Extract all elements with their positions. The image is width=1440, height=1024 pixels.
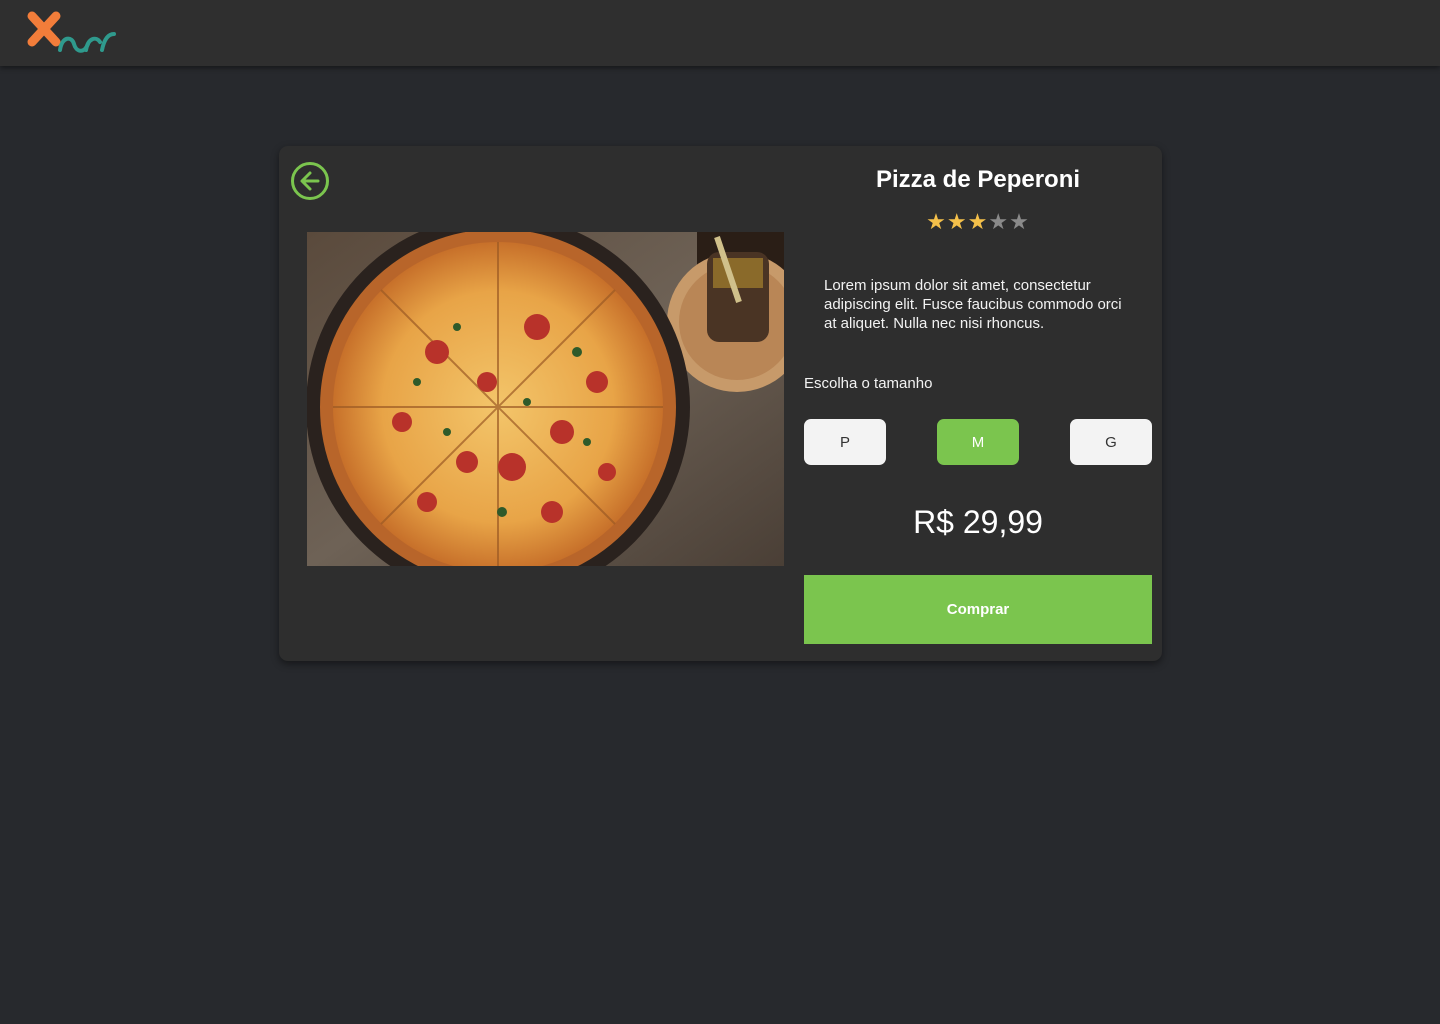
product-title: Pizza de Peperoni: [875, 166, 1081, 193]
product-card: Pizza de Peperoni ★★★★★ Lorem ipsum dolo…: [279, 146, 1162, 661]
product-price: R$ 29,99: [913, 504, 1043, 540]
size-m-button[interactable]: M: [937, 419, 1019, 465]
top-bar: [0, 0, 1440, 66]
product-image: [307, 232, 784, 566]
product-description: Lorem ipsum dolor sit amet, consectetur …: [824, 277, 1122, 332]
star-icon[interactable]: ★: [926, 209, 947, 234]
size-label: Escolha o tamanho: [804, 375, 933, 392]
back-button[interactable]: [290, 161, 330, 201]
pepperoni-pizza-photo: [307, 232, 784, 566]
size-g-button[interactable]: G: [1070, 419, 1152, 465]
size-p-button[interactable]: P: [804, 419, 886, 465]
arrow-left-circle-icon: [291, 162, 329, 200]
brand-logo-icon[interactable]: [24, 10, 116, 58]
buy-button[interactable]: Comprar: [804, 575, 1152, 644]
star-icon[interactable]: ★: [968, 209, 989, 234]
star-icon[interactable]: ★: [947, 209, 968, 234]
star-icon[interactable]: ★: [988, 209, 1009, 234]
star-icon[interactable]: ★: [1009, 209, 1030, 234]
rating-stars[interactable]: ★★★★★: [804, 209, 1152, 235]
